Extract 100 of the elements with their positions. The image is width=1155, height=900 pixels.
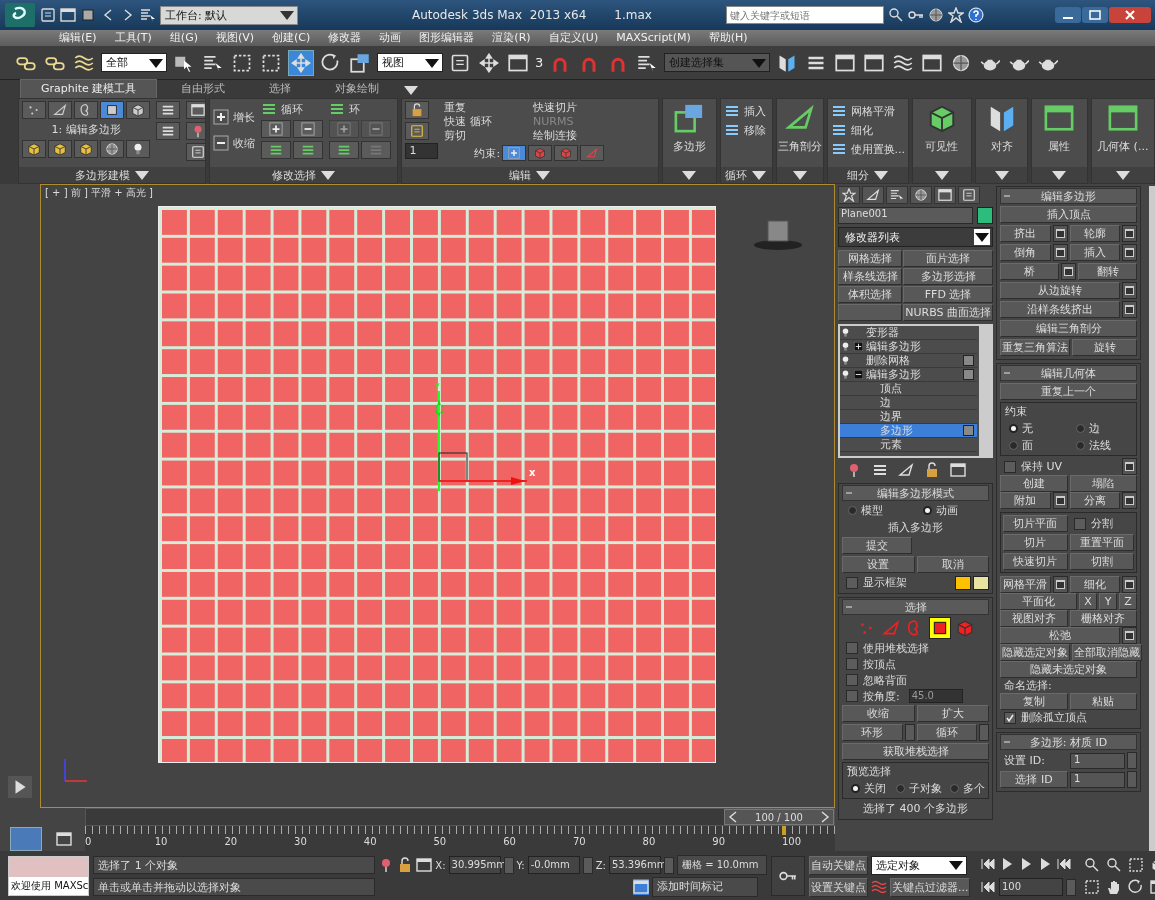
menu-item[interactable]: 编辑(E)	[50, 30, 106, 46]
menu-item[interactable]: 图形编辑器	[410, 30, 484, 46]
loop-mode-icon[interactable]	[261, 141, 291, 159]
modifier-button[interactable]: 样条线选择	[838, 268, 903, 285]
modeling-tool-icon[interactable]	[74, 140, 98, 158]
element-mode-icon[interactable]	[126, 101, 150, 119]
modeling-tool-icon[interactable]	[126, 140, 150, 158]
ribbon-tab[interactable]: 选择	[249, 80, 312, 98]
command-button[interactable]: 隐藏未选定对象	[1000, 661, 1137, 678]
minimize-button[interactable]	[1055, 7, 1081, 23]
ribbon-large-button[interactable]: 三角剖分	[779, 101, 820, 167]
menu-item[interactable]: 视图(V)	[206, 30, 264, 46]
repeat-last-button[interactable]: 重复上一个	[1000, 383, 1137, 400]
app-logo-icon[interactable]	[4, 3, 36, 27]
new-file-icon[interactable]	[40, 7, 56, 23]
command-button[interactable]: 重复三角算法	[1000, 339, 1070, 356]
polygon-mode-icon[interactable]	[100, 101, 124, 119]
modifier-name[interactable]: 编辑多边形	[866, 339, 977, 354]
modeling-tool-icon[interactable]	[22, 140, 46, 158]
menu-item[interactable]: 自定义(U)	[539, 30, 608, 46]
command-button[interactable]: 插入	[1069, 244, 1120, 261]
pin-stack-icon[interactable]	[186, 122, 205, 140]
set-id-field[interactable]: 1	[1070, 752, 1125, 769]
tool-label[interactable]: 使用置换...	[850, 141, 906, 157]
modifier-list-dropdown[interactable]: 修改器列表	[838, 227, 993, 247]
vertex-mode-icon[interactable]	[22, 101, 46, 119]
settings-button[interactable]	[1052, 244, 1068, 261]
checkbox[interactable]: 保持 UV	[1000, 459, 1120, 474]
command-tab-icon[interactable]	[934, 186, 956, 204]
checkbox[interactable]: 分割	[1069, 516, 1134, 531]
command-button[interactable]: 切割	[1069, 553, 1134, 570]
command-tab-icon[interactable]	[958, 186, 980, 204]
radio-button[interactable]: 模型	[842, 503, 915, 518]
none-constraint-icon[interactable]	[502, 145, 527, 161]
snap-toggle[interactable]: 3	[535, 55, 544, 70]
settings-button[interactable]	[1122, 301, 1137, 318]
menu-item[interactable]: 组(G)	[160, 30, 207, 46]
ribbon-tab[interactable]: 自由形式	[161, 80, 246, 98]
command-tab-icon[interactable]	[910, 186, 932, 204]
current-frame-field[interactable]: 100	[998, 878, 1063, 896]
ribbon-large-button[interactable]: 对齐	[979, 101, 1024, 167]
star-icon[interactable]	[947, 7, 964, 23]
ring-mode-icon[interactable]	[329, 141, 359, 159]
normal-constraint-icon[interactable]	[580, 145, 605, 161]
lightbulb-icon[interactable]	[840, 355, 851, 366]
loop-shrink-icon[interactable]	[293, 120, 323, 138]
settings-button[interactable]	[1052, 492, 1068, 509]
ring-label[interactable]: 环	[349, 101, 360, 117]
rollout-header[interactable]: 编辑多边形	[1000, 188, 1137, 204]
viewport-label[interactable]: [ + ] 前 ] 平滑 + 高光 ]	[45, 186, 153, 200]
checkbox[interactable]: 显示框架	[842, 575, 907, 590]
ring-options-icon[interactable]	[361, 141, 391, 159]
workspace-dropdown[interactable]: 工作台: 默认	[160, 5, 298, 25]
modifier-button[interactable]: 网格选择	[838, 250, 903, 267]
sub-object-item[interactable]: 多边形	[840, 424, 977, 438]
command-button[interactable]: 网格平滑	[1000, 576, 1051, 593]
command-button[interactable]: 附加	[1000, 492, 1051, 509]
command-tab-icon[interactable]	[862, 186, 884, 204]
grow-button[interactable]: 扩大	[916, 705, 989, 722]
settings-button[interactable]	[1122, 225, 1137, 242]
maximize-button[interactable]	[1082, 7, 1108, 23]
command-button[interactable]: 从边旋转	[1000, 282, 1120, 299]
rollout-header[interactable]: 编辑多边形模式	[842, 485, 989, 501]
command-button[interactable]: 切片	[1003, 534, 1068, 551]
settings-button[interactable]	[1122, 458, 1137, 475]
checkbox[interactable]: 按顶点	[842, 657, 989, 671]
grow-label[interactable]: 增长	[233, 109, 255, 125]
stack-tool-icon[interactable]	[950, 462, 966, 478]
modeling-tool-icon[interactable]	[48, 140, 72, 158]
time-slider-thumb[interactable]: 100 / 100	[724, 809, 834, 825]
command-button[interactable]: 细化	[1069, 576, 1120, 593]
cancel-button[interactable]: 取消	[916, 556, 989, 573]
edge-mode-icon[interactable]	[48, 101, 72, 119]
radio-button[interactable]: 无	[1003, 421, 1068, 436]
modifier-button[interactable]: FFD 选择	[903, 286, 993, 303]
axis-button[interactable]: Y	[1099, 593, 1117, 610]
ribbon-large-button[interactable]: 可见性	[915, 101, 969, 167]
tool-label[interactable]: 细化	[850, 122, 873, 138]
expand-toggle-icon[interactable]	[854, 370, 863, 379]
menu-item[interactable]: 动画	[370, 30, 411, 46]
tool-label[interactable]: 插入	[743, 103, 766, 119]
edit-tool-item[interactable]: 重复	[444, 101, 519, 114]
reference-coordinate-dropdown[interactable]: 视图	[377, 53, 443, 72]
modifier-name[interactable]: 编辑多边形	[866, 367, 960, 382]
sub-object-item[interactable]: 元素	[840, 438, 977, 452]
loop-grow-icon[interactable]	[261, 120, 291, 138]
settings-button[interactable]	[1052, 225, 1068, 242]
stack-tool-icon[interactable]	[898, 462, 914, 478]
command-button[interactable]: 粘贴	[1069, 693, 1137, 710]
coordinate-field[interactable]: -0.0mm	[527, 856, 580, 874]
edit-tool-item[interactable]: 快速 循环	[444, 115, 519, 128]
color-swatch[interactable]	[955, 575, 971, 590]
object-name-field[interactable]: Plane001	[838, 207, 973, 224]
command-button[interactable]: 切片平面	[1003, 515, 1068, 532]
option-box[interactable]	[963, 425, 974, 436]
axis-button[interactable]: X	[1079, 593, 1097, 610]
radio-button[interactable]: 面	[1003, 438, 1068, 453]
ring-button[interactable]: 环形	[842, 724, 903, 741]
radio-button[interactable]: 关闭	[845, 781, 888, 796]
border-mode-icon[interactable]	[74, 101, 98, 119]
